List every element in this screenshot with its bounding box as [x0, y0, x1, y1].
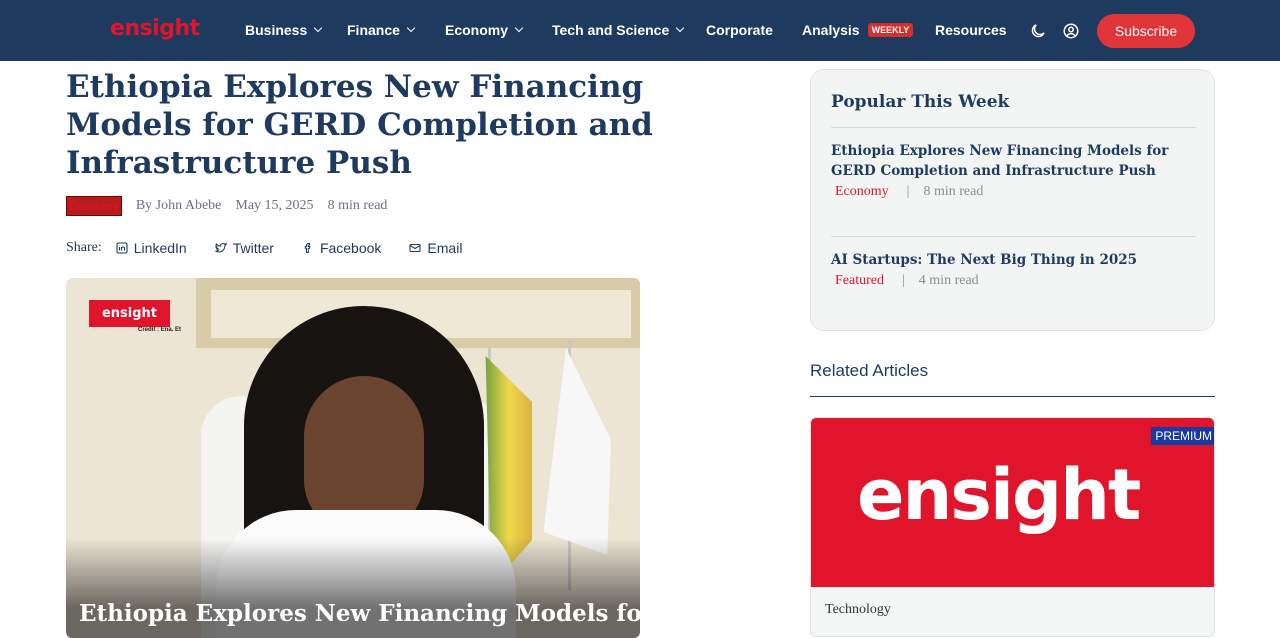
nav-item-label: Corporate	[706, 22, 773, 38]
separator: |	[901, 273, 905, 288]
nav-item-resources[interactable]: Resources	[935, 22, 1007, 38]
article-title: Ethiopia Explores New Financing Models f…	[66, 69, 653, 181]
chevron-down-icon	[675, 23, 685, 33]
premium-badge: PREMIUM	[1151, 427, 1214, 445]
share-link-label: Twitter	[232, 240, 274, 256]
nav-item-label: Tech and Science	[552, 22, 670, 38]
nav-item-label: Business	[245, 22, 308, 38]
site-logo[interactable]: ensight	[110, 16, 200, 41]
moon-icon[interactable]	[1029, 22, 1047, 40]
popular-item-category[interactable]: Economy	[835, 184, 889, 200]
chevron-down-icon	[314, 23, 323, 33]
share-linkedin-link[interactable]: LinkedIn	[116, 240, 187, 256]
twitter-icon	[214, 242, 227, 253]
nav-item-label: Resources	[935, 22, 1007, 38]
share-bar: Share: LinkedIn Twitter Facebook Email	[66, 240, 490, 256]
nav-item-corporate[interactable]: Corporate	[706, 22, 773, 38]
divider	[831, 127, 1196, 128]
read-time: 8 min read	[327, 198, 388, 213]
share-link-label: Email	[427, 240, 463, 256]
share-label: Share:	[66, 240, 102, 255]
linkedin-icon	[116, 242, 128, 254]
divider	[831, 236, 1196, 237]
related-article-image: ensight PREMIUM	[811, 418, 1214, 587]
share-link-label: Facebook	[319, 240, 382, 256]
popular-this-week-panel: Popular This Week Ethiopia Explores New …	[810, 69, 1215, 331]
popular-item-meta: Featured | 4 min read	[835, 273, 979, 289]
hero-image: ensight Credit : Ena. Et Ethiopia Explor…	[66, 278, 640, 638]
nav-item-label: Analysis	[802, 22, 860, 38]
popular-item-category[interactable]: Featured	[835, 273, 884, 289]
divider	[810, 396, 1215, 397]
nav-item-tech-and-science[interactable]: Tech and Science	[552, 22, 685, 38]
popular-item-title[interactable]: Ethiopia Explores New Financing Models f…	[831, 141, 1201, 181]
ensight-logo: ensight	[857, 454, 1141, 536]
popular-item-title[interactable]: AI Startups: The Next Big Thing in 2025	[831, 250, 1201, 270]
hero-logo-badge: ensight	[89, 300, 170, 327]
related-articles-heading: Related Articles	[810, 361, 929, 380]
nav-item-economy[interactable]: Economy	[445, 22, 524, 38]
author: By John Abebe	[135, 198, 222, 213]
publish-date: May 15, 2025	[235, 198, 314, 213]
article-meta: Economy By John Abebe May 15, 2025 8 min…	[66, 196, 401, 216]
subscribe-button[interactable]: Subscribe	[1097, 14, 1195, 48]
photo-credit: Credit : Ena. Et	[138, 327, 182, 333]
popular-item-meta: Economy | 8 min read	[835, 184, 983, 200]
weekly-badge: WEEKLY	[867, 23, 914, 37]
chevron-down-icon	[514, 23, 524, 33]
category-tag[interactable]: Economy	[66, 196, 122, 216]
share-email-link[interactable]: Email	[409, 240, 462, 256]
top-navbar: ensight Business Finance Economy Tech an…	[0, 0, 1280, 61]
facebook-icon	[304, 243, 311, 253]
share-twitter-link[interactable]: Twitter	[214, 240, 274, 256]
chevron-down-icon	[406, 23, 416, 33]
user-icon[interactable]	[1062, 22, 1080, 40]
nav-item-analysis[interactable]: Analysis WEEKLY	[802, 22, 914, 38]
related-article-category: Technology	[825, 602, 891, 617]
nav-item-label: Finance	[347, 22, 400, 38]
email-icon	[409, 243, 421, 253]
share-link-label: LinkedIn	[133, 240, 187, 256]
nav-item-label: Economy	[445, 22, 509, 38]
nav-item-business[interactable]: Business	[245, 22, 323, 38]
share-facebook-link[interactable]: Facebook	[302, 240, 381, 256]
related-article-card[interactable]: ensight PREMIUM Technology	[810, 417, 1215, 637]
popular-item-read-time: 8 min read	[923, 184, 984, 199]
separator: |	[906, 184, 910, 199]
popular-title: Popular This Week	[831, 92, 1010, 112]
hero-caption: Ethiopia Explores New Financing Models f…	[79, 600, 640, 627]
nav-item-finance[interactable]: Finance	[347, 22, 416, 38]
popular-item-read-time: 4 min read	[918, 273, 979, 288]
